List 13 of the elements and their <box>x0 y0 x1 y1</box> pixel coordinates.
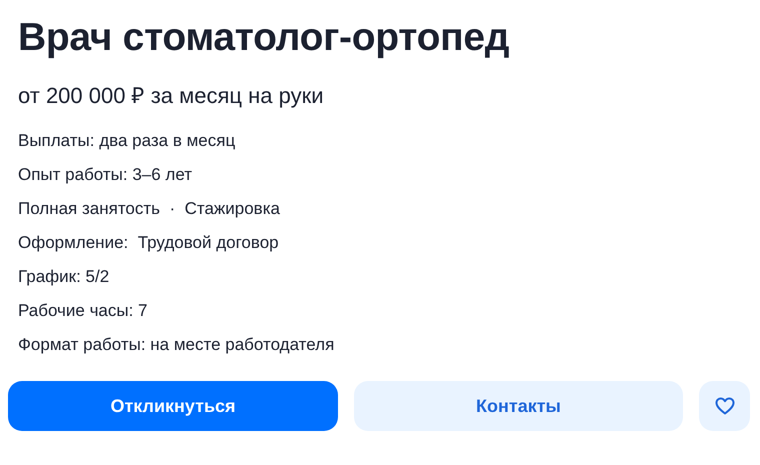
job-detail: Полная занятость · Стажировка <box>18 200 281 217</box>
job-detail: Выплаты: два раза в месяц <box>18 132 236 149</box>
respond-button[interactable]: Откликнуться <box>8 381 338 431</box>
job-detail: Оформление: Трудовой договор <box>18 234 280 251</box>
job-detail: Опыт работы: 3–6 лет <box>18 166 194 183</box>
favorite-button[interactable] <box>699 381 750 431</box>
job-detail: Формат работы: на месте работодателя <box>18 336 336 353</box>
job-detail: Рабочие часы: 7 <box>18 302 149 319</box>
job-title: Врач стоматолог-ортопед <box>18 18 510 57</box>
job-detail: График: 5/2 <box>18 268 110 285</box>
contacts-button[interactable]: Контакты <box>354 381 683 431</box>
salary-text: от 200 000 ₽ за месяц на руки <box>18 85 325 107</box>
heart-icon <box>714 397 734 415</box>
